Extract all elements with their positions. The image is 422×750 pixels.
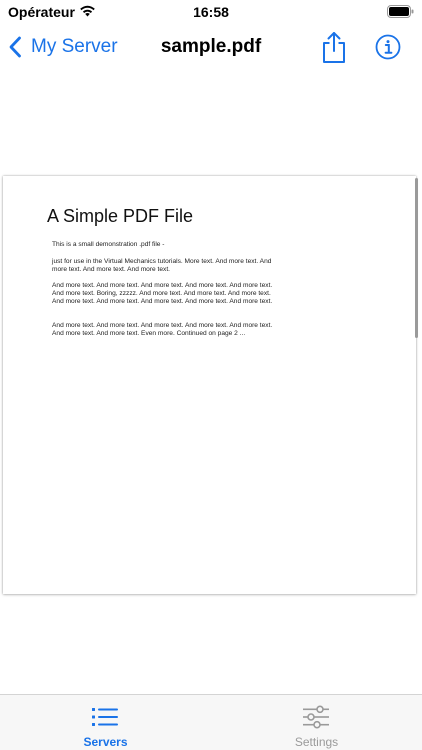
document-viewer[interactable]: A Simple PDF File This is a small demons… [0,72,422,694]
share-icon[interactable] [320,30,348,64]
page-title: sample.pdf [160,36,262,57]
tab-servers[interactable]: Servers [0,695,211,750]
pdf-page[interactable]: A Simple PDF File This is a small demons… [3,176,416,594]
pdf-paragraph: just for use in the Virtual Mechanics tu… [52,258,272,273]
sliders-icon [303,705,329,729]
pdf-paragraph: This is a small demonstration .pdf file … [52,241,165,248]
status-bar: Opérateur 16:58 [0,0,422,24]
pdf-paragraph: And more text. And more text. And more t… [52,322,273,337]
clock: 16:58 [193,4,229,20]
scrollbar[interactable] [415,178,418,338]
tab-servers-label: Servers [83,735,128,749]
tab-settings[interactable]: Settings [211,695,422,750]
navigation-bar: My Server sample.pdf [0,24,422,72]
pdf-heading: A Simple PDF File [47,206,194,226]
tab-settings-label: Settings [294,735,339,749]
list-icon [92,708,118,726]
info-icon[interactable] [375,34,401,60]
battery-icon [387,5,414,18]
screen: Opérateur 16:58 My Server sample.pdf A S… [0,0,422,750]
pdf-paragraph: And more text. And more text. And more t… [52,282,273,305]
tab-bar: Servers Settings [0,694,422,750]
